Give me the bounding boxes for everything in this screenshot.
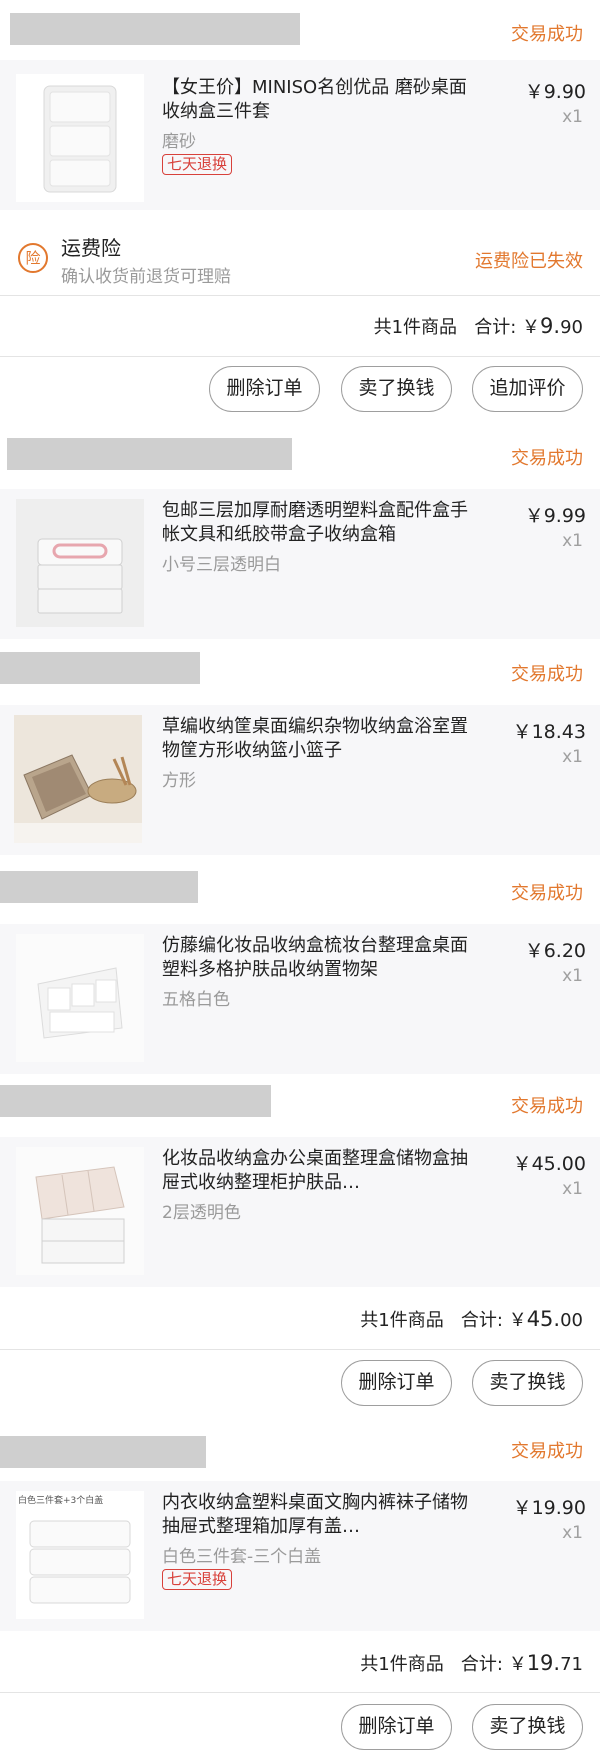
total-currency: ￥ [508,1310,527,1331]
seven-day-return-badge: 七天退换 [162,154,233,175]
item-spec: 方形 [162,771,196,791]
total-label: 合计: [474,317,517,338]
cosmetic-drawer-image [16,1147,144,1275]
total-cents: 71 [560,1654,583,1675]
total-amount: 45. [526,1307,561,1331]
total-currency: ￥ [508,1654,527,1675]
seven-day-return-badge: 七天退换 [162,1569,233,1590]
product-thumbnail[interactable] [16,499,144,627]
item-price: ￥18.43 [512,721,586,743]
total-currency: ￥ [522,317,541,338]
item-price: ￥9.99 [524,505,586,527]
item-title[interactable]: 【女王价】MINISO名创优品 磨砂桌面收纳盒三件套 [162,76,472,124]
redacted-shop-name [10,13,300,45]
three-layer-box-image [16,499,144,627]
total-amount: 19. [526,1651,561,1675]
item-spec: 磨砂 [162,132,196,152]
item-price: ￥19.90 [512,1497,586,1519]
total-label: 合计: [460,1310,503,1331]
order-status: 交易成功 [511,24,583,45]
total-cents: 00 [560,1310,583,1331]
total-label: 合计: [460,1654,503,1675]
rattan-organizer-image [16,934,144,1062]
order-summary: 共1件商品 合计: ￥9.90 [374,313,583,339]
insurance-icon: 险 [18,243,48,273]
item-quantity: x1 [562,531,583,551]
divider [0,356,600,357]
order-item[interactable]: 【女王价】MINISO名创优品 磨砂桌面收纳盒三件套 磨砂 七天退换 ￥9.90… [0,60,600,210]
order-item[interactable]: 白色三件套+3个白盖 内衣收纳盒塑料桌面文胸内裤袜子储物抽屉式整理箱加厚有盖… … [0,1481,600,1631]
item-title[interactable]: 包邮三层加厚耐磨透明塑料盒配件盒手帐文具和纸胶带盒子收纳盒箱 [162,499,472,547]
delete-order-button[interactable]: 删除订单 [341,1704,452,1750]
product-thumbnail[interactable]: 白色三件套+3个白盖 [16,1491,144,1619]
item-quantity: x1 [562,747,583,767]
redacted-shop-name [0,1436,206,1468]
order-item[interactable]: 包邮三层加厚耐磨透明塑料盒配件盒手帐文具和纸胶带盒子收纳盒箱 小号三层透明白 ￥… [0,489,600,639]
add-review-button[interactable]: 追加评价 [472,366,583,412]
order-item[interactable]: 化妆品收纳盒办公桌面整理盒储物盒抽屉式收纳整理柜护肤品… 2层透明色 ￥45.0… [0,1137,600,1287]
insurance-title: 运费险 [61,236,121,260]
item-count: 共1件商品 [360,1654,444,1675]
sell-for-cash-button[interactable]: 卖了换钱 [472,1704,583,1750]
sell-for-cash-button[interactable]: 卖了换钱 [341,366,452,412]
item-spec: 2层透明色 [162,1203,241,1223]
item-title[interactable]: 仿藤编化妆品收纳盒梳妆台整理盒桌面塑料多格护肤品收纳置物架 [162,934,472,982]
total-cents: 90 [560,317,583,338]
underwear-box-image [29,1520,131,1604]
delete-order-button[interactable]: 删除订单 [341,1360,452,1406]
divider [0,1349,600,1350]
item-spec: 五格白色 [162,990,230,1010]
item-count: 共1件商品 [373,317,458,338]
item-title[interactable]: 草编收纳筐桌面编织杂物收纳盒浴室置物筐方形收纳篮小篮子 [162,715,472,763]
redacted-shop-name [0,871,198,903]
delete-order-button[interactable]: 删除订单 [209,366,320,412]
item-spec: 小号三层透明白 [162,555,281,575]
item-title[interactable]: 内衣收纳盒塑料桌面文胸内裤袜子储物抽屉式整理箱加厚有盖… [162,1491,472,1539]
woven-basket-image [14,715,142,843]
order-summary: 共1件商品 合计: ￥45.00 [360,1306,583,1332]
order-item[interactable]: 仿藤编化妆品收纳盒梳妆台整理盒桌面塑料多格护肤品收纳置物架 五格白色 ￥6.20… [0,924,600,1074]
item-quantity: x1 [562,107,583,127]
product-thumbnail[interactable] [16,74,144,202]
item-quantity: x1 [562,1523,583,1543]
order-status: 交易成功 [511,664,583,685]
product-thumbnail[interactable] [16,1147,144,1275]
item-spec: 白色三件套-三个白盖 [162,1547,322,1567]
order-status: 交易成功 [511,1096,583,1117]
redacted-shop-name [0,1085,271,1117]
redacted-shop-name [7,438,292,470]
product-thumbnail[interactable] [16,934,144,1062]
sell-for-cash-button[interactable]: 卖了换钱 [472,1360,583,1406]
insurance-status: 运费险已失效 [475,251,583,272]
divider [0,1692,600,1693]
item-count: 共1件商品 [360,1310,444,1331]
order-status: 交易成功 [511,883,583,904]
total-amount: 9. [540,314,561,338]
drawer-box-image [43,85,117,193]
insurance-subtitle: 确认收货前退货可理赔 [61,267,231,287]
redacted-shop-name [0,652,200,684]
item-title[interactable]: 化妆品收纳盒办公桌面整理盒储物盒抽屉式收纳整理柜护肤品… [162,1147,472,1195]
item-price: ￥9.90 [524,81,586,103]
order-item[interactable]: 草编收纳筐桌面编织杂物收纳盒浴室置物筐方形收纳篮小篮子 方形 ￥18.43 x1 [0,705,600,855]
order-status: 交易成功 [511,1441,583,1462]
item-price: ￥6.20 [524,940,586,962]
item-price: ￥45.00 [512,1153,586,1175]
order-status: 交易成功 [511,448,583,469]
item-quantity: x1 [562,966,583,986]
item-quantity: x1 [562,1179,583,1199]
order-summary: 共1件商品 合计: ￥19.71 [360,1650,583,1676]
divider [0,295,600,296]
product-thumbnail[interactable] [14,715,142,843]
